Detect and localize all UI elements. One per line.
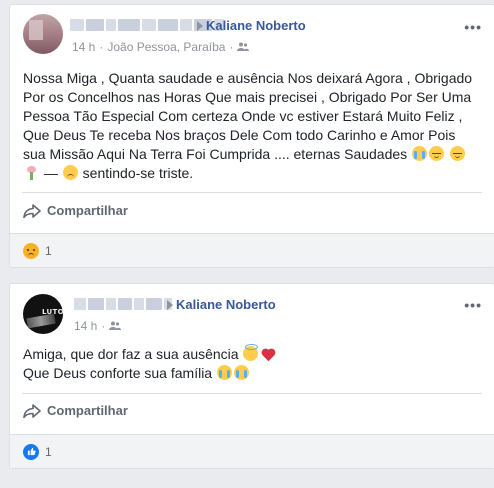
crying-face-icon xyxy=(234,365,249,380)
post-timestamp[interactable]: 14 h xyxy=(74,319,97,333)
friends-audience-icon[interactable] xyxy=(237,42,250,52)
avatar[interactable] xyxy=(23,14,63,54)
post-card: Kaliane Noberto 14 h · João Pessoa, Para… xyxy=(9,4,494,268)
broken-heart-icon xyxy=(260,346,275,361)
post-meta: 14 h · João Pessoa, Paraíba · xyxy=(72,40,250,54)
post-meta: 14 h · xyxy=(74,319,122,333)
like-reaction-icon xyxy=(23,443,39,460)
meta-separator: · xyxy=(229,40,234,54)
share-icon xyxy=(23,203,41,218)
author-name[interactable]: Kaliane Noberto xyxy=(206,18,306,33)
arrow-right-icon xyxy=(197,21,203,31)
post-body-line-1: Amiga, que dor faz a sua ausência xyxy=(23,346,239,362)
meta-separator: · xyxy=(101,319,106,333)
sad-reaction-icon xyxy=(23,242,39,259)
post-timestamp[interactable]: 14 h xyxy=(72,40,95,54)
avatar[interactable]: LUTO xyxy=(23,294,63,334)
reaction-count[interactable]: 1 xyxy=(45,244,52,258)
relieved-face-icon xyxy=(429,146,445,161)
share-label: Compartilhar xyxy=(47,403,128,418)
feeling-dash: — xyxy=(40,165,62,181)
post-text: Nossa Miga , Quanta saudade e ausência N… xyxy=(23,69,480,183)
post-location[interactable]: João Pessoa, Paraíba xyxy=(107,40,225,54)
divider xyxy=(22,192,482,193)
post-card: LUTO Kaliane Noberto 14 h · ••• Amiga, q… xyxy=(9,283,494,469)
crying-face-icon xyxy=(217,365,232,380)
divider xyxy=(22,393,482,394)
post-body: Nossa Miga , Quanta saudade e ausência N… xyxy=(23,70,473,162)
author-name[interactable]: Kaliane Noberto xyxy=(176,297,276,312)
sad-face-icon xyxy=(62,165,78,180)
angel-face-icon xyxy=(243,344,259,361)
more-options-icon[interactable]: ••• xyxy=(464,19,482,35)
redacted-name xyxy=(74,298,172,310)
friends-audience-icon[interactable] xyxy=(109,321,122,331)
feeling-text[interactable]: sentindo-se triste. xyxy=(79,165,194,181)
meta-separator: · xyxy=(99,40,104,54)
share-button[interactable]: Compartilhar xyxy=(23,203,128,218)
reaction-count[interactable]: 1 xyxy=(45,445,52,459)
reactions-summary[interactable]: 1 xyxy=(10,233,494,267)
post-body-line-2: Que Deus conforte sua família xyxy=(23,365,213,381)
relieved-face-icon xyxy=(449,146,465,161)
bouquet-icon xyxy=(24,165,39,180)
share-button[interactable]: Compartilhar xyxy=(23,403,128,418)
avatar-luto-text: LUTO xyxy=(42,308,63,316)
share-label: Compartilhar xyxy=(47,203,128,218)
crying-face-icon xyxy=(412,146,428,161)
reactions-summary[interactable]: 1 xyxy=(10,434,494,468)
more-options-icon[interactable]: ••• xyxy=(464,297,482,313)
arrow-right-icon xyxy=(167,300,173,310)
post-text: Amiga, que dor faz a sua ausência Que De… xyxy=(23,344,480,383)
share-icon xyxy=(23,403,41,418)
